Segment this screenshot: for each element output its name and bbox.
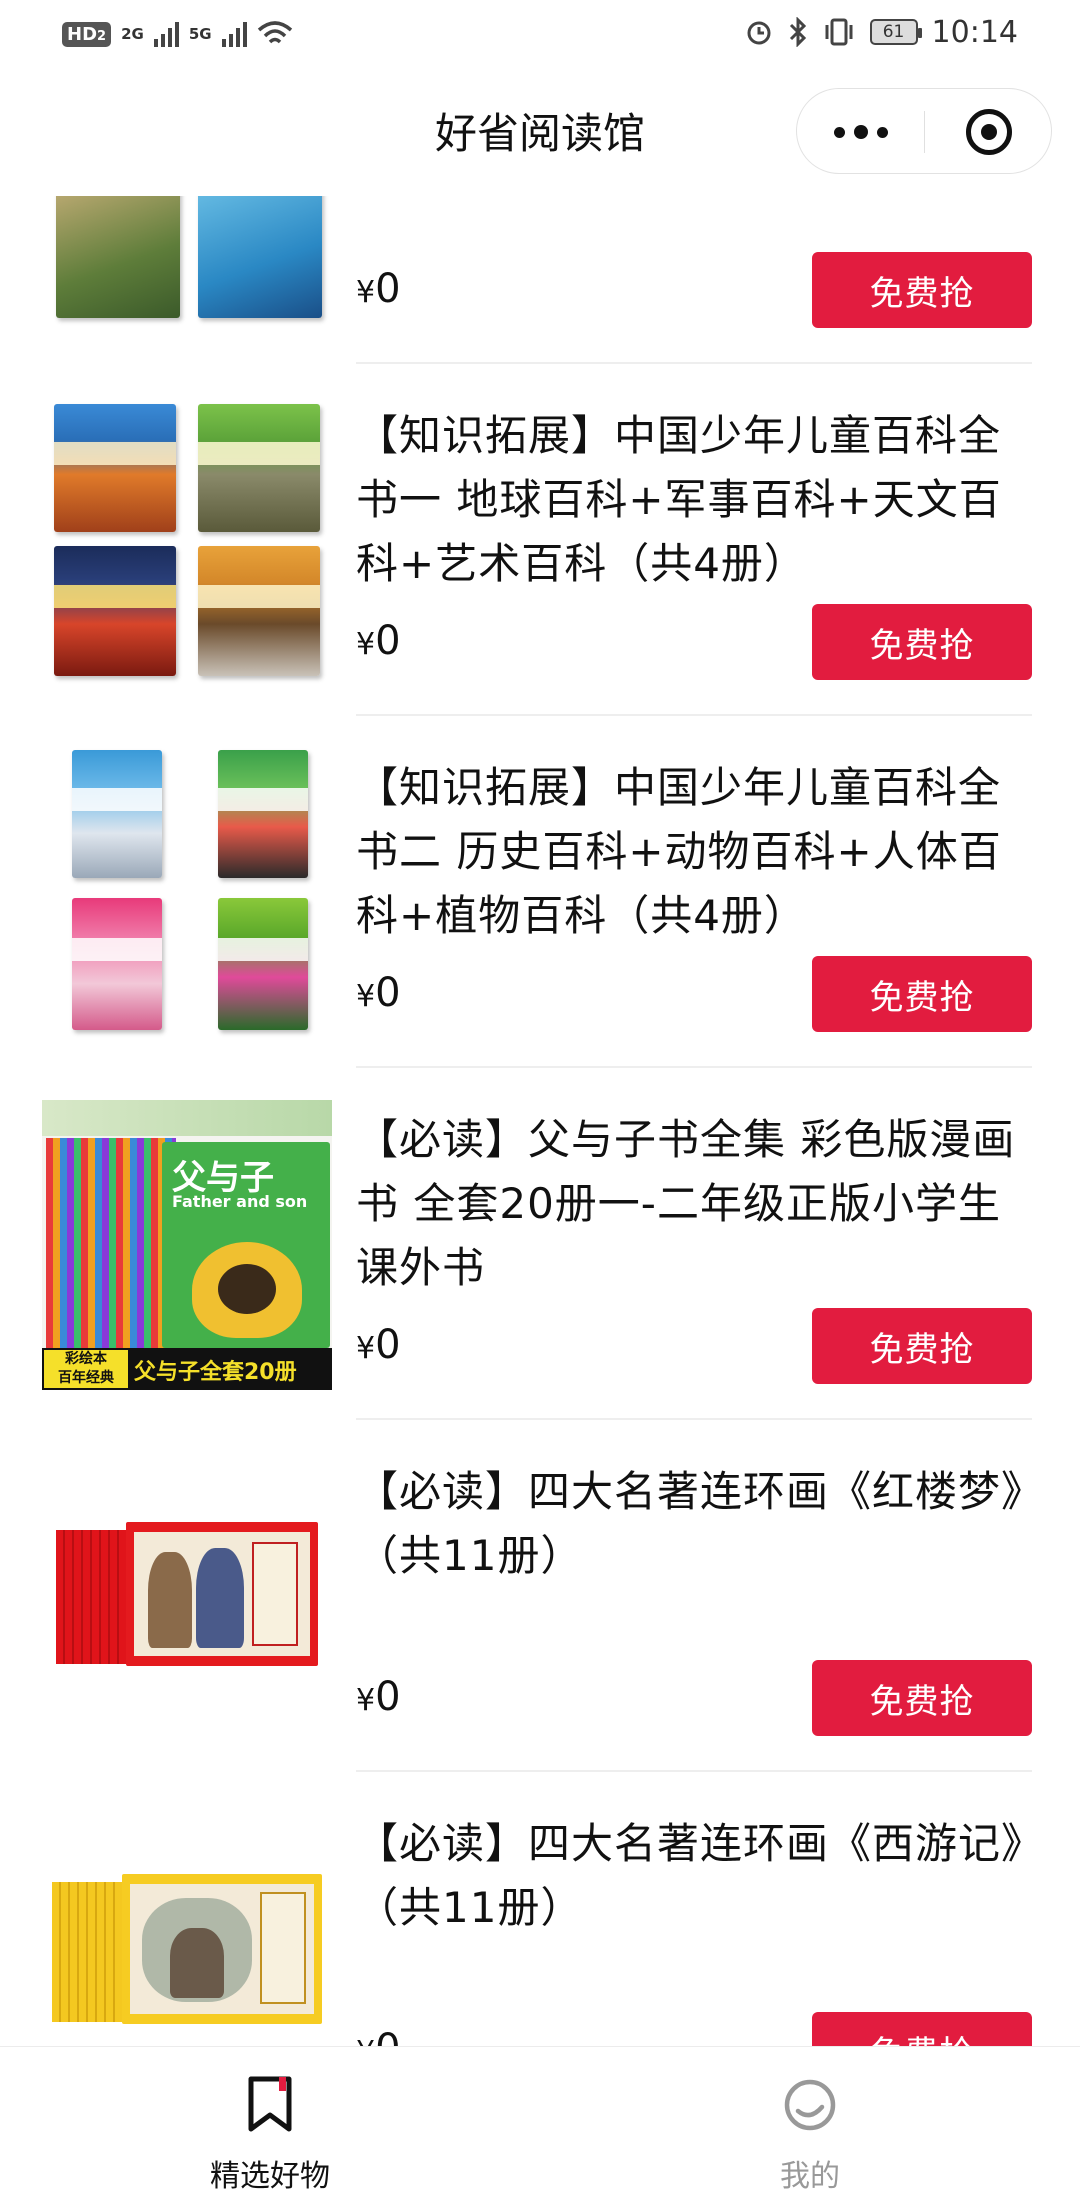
product-thumbnail[interactable] [42, 1452, 332, 1742]
product-price: ¥0 [356, 970, 401, 1016]
product-price: ¥0 [356, 266, 401, 312]
network-5g-label: 5G [188, 25, 212, 43]
book-cover-technology [198, 196, 322, 318]
product-title: 【知识拓展】中国少年儿童百科全书一 地球百科+军事百科+天文百科+艺术百科（共4… [356, 411, 1002, 588]
signal-icon [153, 21, 179, 47]
bookmark-icon [248, 2076, 292, 2132]
book-cover-earth [54, 404, 176, 532]
clock: 10:14 [931, 14, 1018, 50]
product-title: 【必读】四大名著连环画《西游记》（共11册） [356, 1819, 1024, 1932]
tab-bar: 精选好物 我的 [0, 2046, 1080, 2204]
product-price: ¥0 [356, 1674, 401, 1720]
product-item[interactable]: 父与子 Father and son 彩绘本 百年经典 父与子全套20册 【必读】… [0, 1068, 1080, 1420]
claim-free-button[interactable]: 免费抢 [812, 1660, 1032, 1736]
product-price: ¥0 [356, 1322, 401, 1368]
book-set-image [52, 1874, 322, 2024]
status-left: HD2 2G 5G [62, 14, 293, 54]
claim-free-button[interactable]: 免费抢 [812, 1308, 1032, 1384]
product-thumbnail[interactable]: 父与子 Father and son 彩绘本 百年经典 父与子全套20册 [42, 1100, 332, 1390]
book-cover-military [198, 404, 320, 532]
product-thumbnail[interactable] [42, 196, 332, 334]
product-thumbnail[interactable] [42, 748, 332, 1038]
tab-featured[interactable]: 精选好物 [0, 2047, 540, 2204]
status-bar: HD2 2G 5G 61 10:14 [0, 0, 1080, 66]
book-set-image [56, 1522, 318, 1666]
product-item[interactable]: 【知识拓展】中国少年儿童百科全书二 历史百科+动物百科+人体百科+植物百科（共4… [0, 716, 1080, 1068]
close-button[interactable] [925, 89, 1053, 175]
product-item[interactable]: 【必读】四大名著连环画《红楼梦》（共11册） ¥0 免费抢 [0, 1420, 1080, 1772]
bluetooth-icon [789, 17, 806, 47]
product-thumbnail[interactable] [42, 396, 332, 686]
book-cover-astronomy [54, 546, 176, 676]
smile-icon [784, 2079, 836, 2131]
more-button[interactable] [797, 89, 924, 175]
book-cover-art [198, 546, 320, 676]
book-cover-dinosaur [56, 196, 180, 318]
product-thumbnail[interactable] [42, 1804, 332, 2046]
product-price: ¥0 [356, 618, 401, 664]
book-set-image: 父与子 Father and son 彩绘本 百年经典 父与子全套20册 [42, 1100, 332, 1390]
product-title: 【知识拓展】中国少年儿童百科全书二 历史百科+动物百科+人体百科+植物百科（共4… [356, 763, 1002, 940]
tab-label: 我的 [780, 2159, 840, 2194]
network-2g-label: 2G [121, 25, 144, 43]
claim-free-button[interactable]: 免费抢 [812, 2012, 1032, 2046]
book-cover-history [72, 750, 162, 878]
wifi-icon [257, 21, 292, 44]
book-cover-animal [218, 750, 308, 878]
book-cover-plant [218, 898, 308, 1030]
product-item[interactable]: 【必读】四大名著连环画《西游记》（共11册） ¥0 免费抢 [0, 1772, 1080, 2046]
book-cover-human-body [72, 898, 162, 1030]
status-right: 61 10:14 [744, 12, 1018, 52]
target-icon [966, 109, 1012, 155]
more-dot-icon [833, 126, 845, 138]
claim-free-button[interactable]: 免费抢 [812, 956, 1032, 1032]
vibrate-icon [825, 18, 853, 46]
mini-program-capsule [796, 88, 1052, 174]
tab-mine[interactable]: 我的 [540, 2047, 1080, 2204]
more-dot-icon [876, 126, 888, 138]
product-price: ¥0 [356, 2026, 401, 2046]
tab-label: 精选好物 [210, 2159, 330, 2194]
product-item[interactable]: 【知识拓展】中国少年儿童百科全书一 地球百科+军事百科+天文百科+艺术百科（共4… [0, 364, 1080, 716]
battery-icon: 61 [869, 19, 922, 45]
nav-bar: 好省阅读馆 [0, 66, 1080, 196]
product-list[interactable]: ¥0 免费抢 【知识拓展】中国少年儿童百科全书一 地球百科+军事百科+天文百科+… [0, 196, 1080, 2046]
claim-free-button[interactable]: 免费抢 [812, 604, 1032, 680]
product-title: 【必读】四大名著连环画《红楼梦》（共11册） [356, 1467, 1024, 1580]
more-dot-icon [853, 125, 868, 139]
alarm-icon [747, 21, 771, 45]
product-title: 【必读】父与子书全集 彩色版漫画书 全套20册一-二年级正版小学生课外书 [356, 1115, 1016, 1292]
product-item[interactable]: ¥0 免费抢 [0, 196, 1080, 364]
signal-icon [221, 21, 247, 47]
hd-badge: HD2 [62, 21, 112, 47]
claim-free-button[interactable]: 免费抢 [812, 252, 1032, 328]
